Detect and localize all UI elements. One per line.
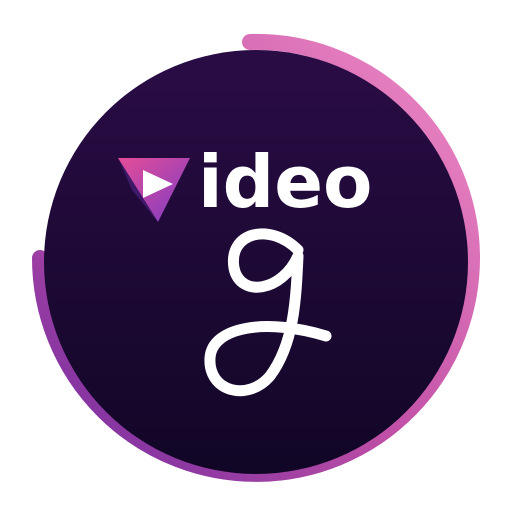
logo-disc (44, 50, 468, 474)
videog-logo: ideo (0, 0, 512, 512)
logo-graphic: ideo (32, 33, 480, 482)
wordmark-ideo: ideo (198, 140, 373, 224)
